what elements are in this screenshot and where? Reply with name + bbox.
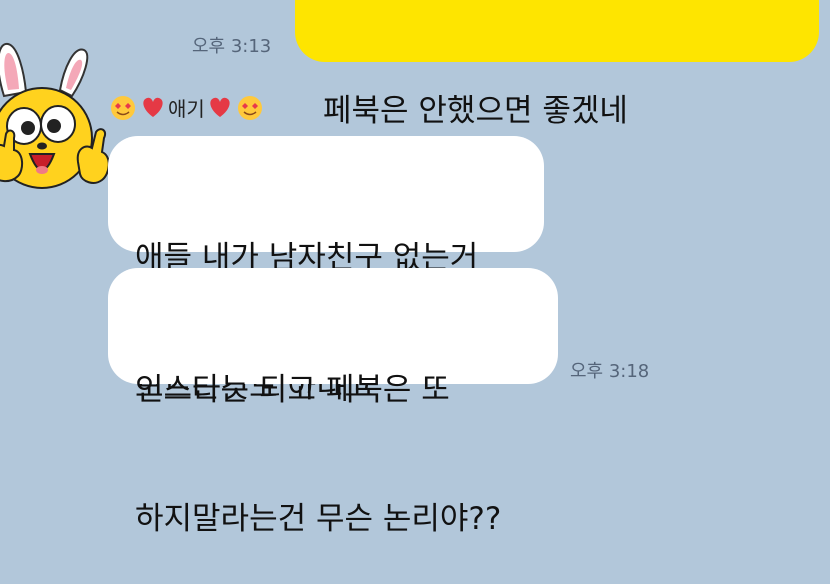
avatar[interactable] bbox=[0, 34, 112, 204]
my-message-bubble[interactable]: 페북은 안했으면 좋겠네 bbox=[295, 0, 819, 129]
sender-name-text: 애기 bbox=[168, 96, 205, 121]
received-message-bubble[interactable]: 인스타는 되고 페북은 또 하지말라는건 무슨 논리야?? bbox=[108, 268, 558, 537]
red-heart-icon bbox=[210, 97, 230, 117]
message-timestamp: 오후 3:18 bbox=[570, 361, 650, 382]
message-timestamp: 오후 3:13 bbox=[192, 36, 272, 57]
heart-eyes-emoji-icon bbox=[237, 96, 262, 120]
message-text-line: 하지말라는건 무슨 논리야?? bbox=[135, 501, 502, 537]
message-text-line: 인스타는 되고 페북은 또 bbox=[135, 372, 450, 408]
received-message-bubble[interactable]: 애들 내가 남자친구 없는거 모르는것도 아니고 bbox=[108, 136, 544, 405]
red-heart-icon bbox=[143, 97, 163, 117]
message-text: 페북은 안했으면 좋겠네 bbox=[323, 93, 628, 129]
heart-eyes-emoji-icon bbox=[111, 96, 135, 120]
sender-name[interactable]: 애기 bbox=[108, 92, 265, 122]
